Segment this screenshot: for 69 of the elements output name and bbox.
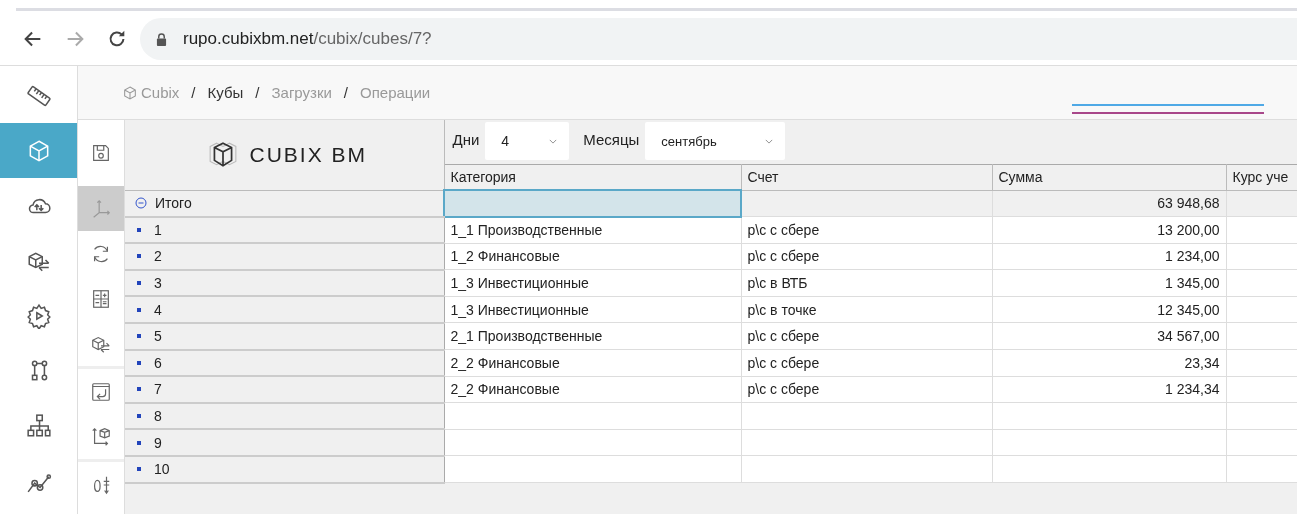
- row-label: 1: [154, 221, 162, 238]
- table-cell: 63 948,68: [1157, 195, 1220, 212]
- table-cell: 13 200,00: [1157, 221, 1220, 238]
- table-cell: 1_3 Инвестиционные: [450, 275, 589, 292]
- bullet-icon: [137, 281, 141, 286]
- column-header[interactable]: Счет: [741, 164, 992, 190]
- chevron-icon: [765, 138, 774, 144]
- chevron-icon: [549, 138, 558, 144]
- breadcrumb-separator: /: [191, 84, 196, 101]
- filter-label: Дни: [452, 130, 480, 148]
- row-label: 8: [154, 408, 162, 425]
- bullet-icon: [137, 440, 141, 445]
- table-cell: 1 345,00: [1165, 275, 1220, 292]
- bullet-icon: [137, 414, 141, 419]
- bullet-icon: [137, 467, 141, 472]
- table-cell: 1_1 Производственные: [450, 222, 603, 239]
- table-cell: р\с с сбере: [747, 354, 820, 371]
- table-cell: 1 234,34: [1165, 381, 1220, 398]
- calculator-icon: [90, 287, 112, 310]
- row-label: Итого: [155, 195, 192, 212]
- table-cell: р\с с сбере: [747, 328, 820, 345]
- table-cell: р\с с сбере: [747, 221, 820, 238]
- table-cell: р\с в точке: [747, 301, 817, 318]
- hierarchy-icon: [25, 412, 52, 439]
- table-cell: 23,34: [1184, 354, 1220, 371]
- row-label: 4: [154, 301, 162, 318]
- cube-icon: [122, 84, 138, 101]
- table-cell: 1_3 Инвестиционные: [450, 301, 589, 318]
- table-cell: 1_2 Финансовые: [450, 248, 560, 265]
- window-return-icon: [90, 380, 112, 403]
- table-cell: р\с с сбере: [747, 248, 820, 265]
- row-label: 2: [154, 248, 162, 265]
- logo-text: CUBIX BM: [249, 142, 367, 167]
- table-cell: 1 234,00: [1165, 248, 1220, 265]
- bullet-icon: [137, 334, 141, 339]
- table-cell: р\с в ВТБ: [747, 275, 808, 292]
- row-label: 7: [154, 381, 162, 398]
- breadcrumb-separator: /: [255, 84, 260, 101]
- column-header[interactable]: Курс уче: [1226, 164, 1297, 190]
- collapse-icon[interactable]: [135, 197, 147, 210]
- table-cell: р\с с сбере: [747, 381, 820, 398]
- table-cell: 2_2 Финансовые: [450, 354, 560, 371]
- column-header[interactable]: Сумма: [992, 164, 1226, 190]
- breadcrumb-separator: /: [343, 84, 349, 101]
- gear-icon: [25, 302, 52, 329]
- address-field[interactable]: rupo.cubixbm.net/cubix/cubes/7?: [140, 18, 1297, 60]
- bullet-icon: [137, 227, 141, 232]
- bullet-icon: [137, 387, 141, 392]
- table-cell: 2_2 Финансовые: [450, 381, 560, 398]
- row-label: 3: [154, 275, 162, 292]
- row-label: 10: [154, 461, 170, 478]
- breadcrumb-link[interactable]: Кубы: [207, 84, 244, 101]
- filter-dropdown[interactable]: 4: [485, 122, 570, 160]
- save-icon: [90, 142, 112, 164]
- table-cell: 34 567,00: [1157, 328, 1220, 345]
- filter-dropdown[interactable]: сентябрь: [645, 122, 786, 160]
- bullet-icon: [137, 360, 141, 365]
- bullet-icon: [137, 307, 141, 312]
- table-cell: 2_1 Производственные: [450, 328, 603, 345]
- row-label: 5: [154, 328, 162, 345]
- filter-label: Месяцы: [583, 130, 640, 148]
- row-label: 6: [154, 354, 162, 371]
- bullet-icon: [137, 254, 141, 259]
- column-header[interactable]: Категория: [444, 164, 741, 190]
- table-cell: 12 345,00: [1157, 301, 1220, 318]
- selected-cell[interactable]: [444, 190, 741, 217]
- row-label: 9: [154, 434, 162, 451]
- lock-icon: [156, 32, 167, 46]
- cube-arrows-icon: [90, 425, 112, 448]
